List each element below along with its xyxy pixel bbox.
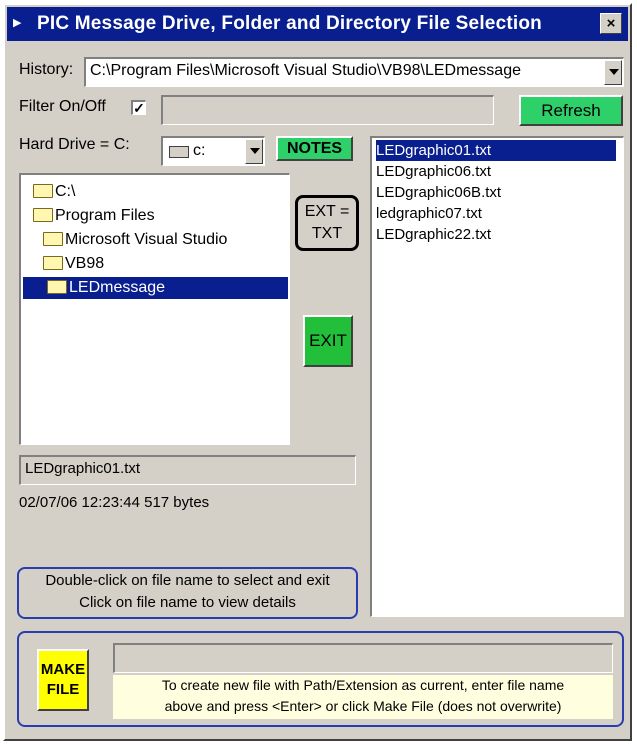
- exit-button-label: EXIT: [309, 331, 347, 350]
- file-item-ledgraphic06b[interactable]: LEDgraphic06B.txt: [376, 182, 501, 203]
- folder-tree[interactable]: C:\ Program Files Microsoft Visual Studi…: [19, 173, 290, 445]
- open-folder-icon: [47, 279, 67, 294]
- folder-item-c-root[interactable]: C:\: [33, 181, 75, 203]
- app-icon: ▶: [13, 17, 22, 29]
- open-folder-icon: [43, 231, 63, 246]
- selected-file-details: 02/07/06 12:23:44 517 bytes: [19, 494, 210, 511]
- file-item-ledgraphic22[interactable]: LEDgraphic22.txt: [376, 224, 491, 245]
- drive-icon: [169, 146, 189, 158]
- refresh-button-label: Refresh: [541, 101, 601, 120]
- window-title: PIC Message Drive, Folder and Directory …: [37, 13, 542, 34]
- filter-label: Filter On/Off: [19, 98, 106, 115]
- make-file-button[interactable]: MAKE FILE: [37, 649, 89, 711]
- close-button[interactable]: ×: [600, 13, 622, 34]
- new-file-name-input[interactable]: [113, 643, 613, 673]
- folder-item-visual-studio[interactable]: Microsoft Visual Studio: [43, 229, 227, 251]
- open-folder-icon: [33, 183, 53, 198]
- extension-label: EXT = TXT: [295, 195, 359, 251]
- drive-combo[interactable]: c:: [161, 136, 265, 166]
- file-item-ledgraphic01[interactable]: LEDgraphic01.txt: [376, 140, 616, 161]
- file-selection-window: ▶ PIC Message Drive, Folder and Director…: [3, 3, 632, 741]
- history-combo[interactable]: C:\Program Files\Microsoft Visual Studio…: [84, 57, 624, 87]
- history-label: History:: [19, 61, 74, 78]
- filter-input[interactable]: [161, 95, 494, 125]
- folder-item-ledmessage[interactable]: LEDmessage: [23, 277, 288, 299]
- file-item-ledgraphic07[interactable]: ledgraphic07.txt: [376, 203, 482, 224]
- title-bar[interactable]: ▶ PIC Message Drive, Folder and Director…: [7, 7, 628, 41]
- make-file-hint: To create new file with Path/Extension a…: [113, 675, 613, 719]
- chevron-down-icon: [250, 148, 260, 154]
- open-folder-icon: [33, 207, 53, 222]
- folder-item-program-files[interactable]: Program Files: [33, 205, 155, 227]
- chevron-down-icon: [609, 69, 619, 75]
- drive-dropdown-button[interactable]: [245, 139, 263, 164]
- selected-file-box: LEDgraphic01.txt: [19, 455, 356, 485]
- instructions-line-2: Click on file name to view details: [79, 594, 296, 611]
- instructions-line-1: Double-click on file name to select and …: [45, 572, 330, 589]
- instructions-panel: Double-click on file name to select and …: [17, 567, 358, 619]
- history-dropdown-button[interactable]: [604, 60, 622, 85]
- open-folder-icon: [43, 255, 63, 270]
- exit-button[interactable]: EXIT: [303, 315, 353, 367]
- file-list[interactable]: LEDgraphic01.txt LEDgraphic06.txt LEDgra…: [370, 136, 624, 617]
- checkmark-icon: ✓: [133, 100, 145, 116]
- notes-button[interactable]: NOTES: [276, 136, 353, 161]
- selected-file-name: LEDgraphic01.txt: [25, 460, 141, 477]
- close-icon: ×: [606, 15, 616, 32]
- file-item-ledgraphic06[interactable]: LEDgraphic06.txt: [376, 161, 491, 182]
- history-value: C:\Program Files\Microsoft Visual Studio…: [90, 62, 521, 79]
- filter-checkbox[interactable]: ✓: [131, 100, 146, 115]
- hard-drive-label: Hard Drive = C:: [19, 136, 130, 153]
- make-file-panel: MAKE FILE To create new file with Path/E…: [17, 631, 624, 727]
- folder-item-vb98[interactable]: VB98: [43, 253, 104, 275]
- drive-value: c:: [193, 142, 206, 159]
- notes-button-label: NOTES: [286, 140, 343, 157]
- refresh-button[interactable]: Refresh: [519, 95, 623, 126]
